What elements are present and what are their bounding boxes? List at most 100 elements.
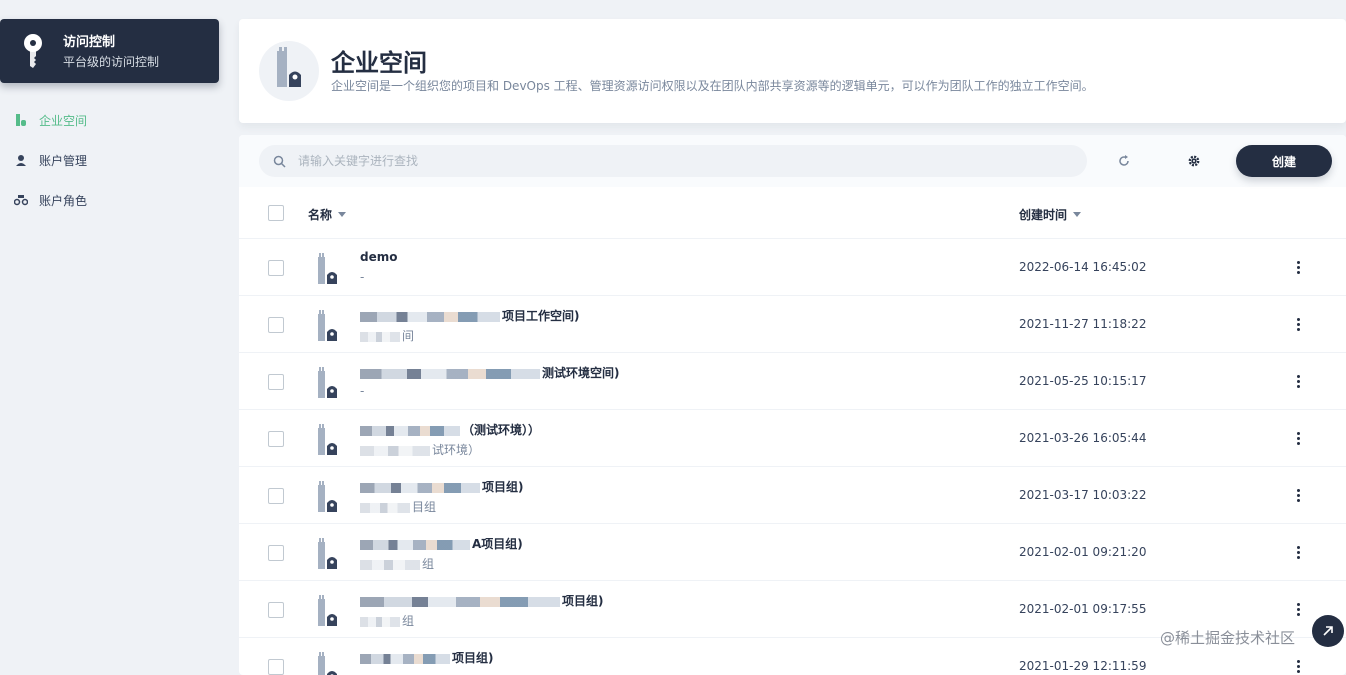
workspace-icon (318, 595, 337, 626)
banner-icon-wrap (259, 41, 319, 101)
more-actions-button[interactable] (1289, 599, 1307, 619)
more-icon (1296, 602, 1300, 606)
row-checkbox[interactable] (268, 260, 284, 276)
column-created-label: 创建时间 (1019, 208, 1068, 222)
arrow-icon (1323, 626, 1333, 636)
workspace-icon (13, 112, 29, 128)
created-time: 2021-03-26 16:05:44 (1019, 431, 1147, 445)
table-toolbar: 创建 (239, 135, 1346, 187)
table-row[interactable]: A项目组) 组 2021-02-01 09:21:20 (239, 524, 1346, 581)
workspace-description: 间 (360, 327, 414, 344)
redacted-text (360, 445, 430, 456)
sort-caret-icon (1073, 212, 1082, 217)
column-created-header[interactable]: 创建时间 (1019, 206, 1082, 223)
redacted-text (360, 596, 560, 607)
created-time: 2021-05-25 10:15:17 (1019, 374, 1147, 388)
more-actions-button[interactable] (1289, 485, 1307, 505)
sidebar-item-label: 企业空间 (39, 113, 88, 128)
workspace-icon (277, 47, 301, 87)
table-row[interactable]: demo - 2022-06-14 16:45:02 (239, 239, 1346, 296)
select-all-checkbox[interactable] (268, 205, 284, 221)
sidebar-item-workspaces[interactable]: 企业空间 (0, 100, 230, 140)
workspace-name[interactable]: A项目组) (360, 535, 523, 552)
created-time: 2021-11-27 11:18:22 (1019, 317, 1147, 331)
workspace-table-panel: 创建 名称 创建时间 demo - 2022-06-14 16:45:02 (239, 135, 1346, 675)
redacted-text (360, 311, 500, 322)
redacted-text (360, 616, 400, 627)
created-time: 2021-01-29 12:11:59 (1019, 659, 1147, 673)
gear-icon (1188, 155, 1200, 167)
more-icon (1296, 488, 1300, 492)
sidebar-item-label: 账户角色 (39, 193, 88, 208)
workspace-name[interactable]: demo (360, 250, 397, 264)
more-actions-button[interactable] (1289, 428, 1307, 448)
create-button[interactable]: 创建 (1236, 145, 1332, 177)
workspace-description: 组 (360, 555, 434, 572)
role-icon (13, 192, 29, 208)
row-checkbox[interactable] (268, 317, 284, 333)
table-row[interactable]: 项目工作空间) 间 2021-11-27 11:18:22 (239, 296, 1346, 353)
row-checkbox[interactable] (268, 545, 284, 561)
search-bar[interactable] (259, 145, 1087, 177)
workspace-name[interactable]: （测试环境）） (360, 421, 540, 438)
user-icon (13, 152, 29, 168)
workspace-icon (318, 367, 337, 398)
more-icon (1296, 431, 1300, 435)
workspace-description: 组 (360, 612, 414, 629)
created-time: 2022-06-14 16:45:02 (1019, 260, 1147, 274)
table-row[interactable]: 项目组) 目组 2021-03-17 10:03:22 (239, 467, 1346, 524)
row-checkbox[interactable] (268, 431, 284, 447)
table-header: 名称 创建时间 (239, 187, 1346, 239)
watermark: @稀土掘金技术社区 (1160, 629, 1296, 647)
sidebar-item-label: 账户管理 (39, 153, 88, 168)
workspace-description: - (360, 384, 365, 398)
search-input[interactable] (298, 154, 1058, 168)
table-row[interactable]: 测试环境空间) - 2021-05-25 10:15:17 (239, 353, 1346, 410)
workspace-icon (318, 538, 337, 569)
refresh-icon (1119, 155, 1129, 166)
sidebar-nav: 企业空间 账户管理 账户角色 (0, 100, 230, 220)
row-checkbox[interactable] (268, 659, 284, 675)
table-body: demo - 2022-06-14 16:45:02 项目工作空间) 间 202… (239, 239, 1346, 675)
redacted-text (360, 559, 420, 570)
refresh-button[interactable] (1114, 151, 1134, 171)
main-content: 企业空间 企业空间是一个组织您的项目和 DevOps 工程、管理资源访问权限以及… (239, 19, 1346, 675)
settings-button[interactable] (1184, 151, 1204, 171)
workspace-description: 目组 (360, 498, 436, 515)
row-checkbox[interactable] (268, 602, 284, 618)
sort-caret-icon (338, 212, 347, 217)
created-time: 2021-03-17 10:03:22 (1019, 488, 1147, 502)
column-name-header[interactable]: 名称 (308, 206, 347, 223)
workspace-name[interactable]: 项目组) (360, 592, 604, 609)
sidebar-subtitle: 平台级的访问控制 (63, 55, 160, 69)
key-icon (24, 34, 42, 68)
workspace-name[interactable]: 测试环境空间) (360, 364, 620, 381)
sidebar-item-roles[interactable]: 账户角色 (0, 180, 230, 220)
workspace-name[interactable]: 项目组) (360, 649, 494, 666)
workspace-name[interactable]: 项目组) (360, 478, 524, 495)
sidebar-item-accounts[interactable]: 账户管理 (0, 140, 230, 180)
more-icon (1296, 317, 1300, 321)
more-actions-button[interactable] (1289, 542, 1307, 562)
redacted-text (360, 653, 450, 664)
row-checkbox[interactable] (268, 488, 284, 504)
more-actions-button[interactable] (1289, 257, 1307, 277)
more-actions-button[interactable] (1289, 371, 1307, 391)
sidebar-header: 访问控制 平台级的访问控制 (0, 19, 219, 83)
page-description: 企业空间是一个组织您的项目和 DevOps 工程、管理资源访问权限以及在团队内部… (331, 79, 1094, 93)
workspace-name[interactable]: 项目工作空间) (360, 307, 580, 324)
more-icon (1296, 374, 1300, 378)
expand-button[interactable] (1312, 615, 1344, 647)
more-actions-button[interactable] (1289, 656, 1307, 675)
more-actions-button[interactable] (1289, 314, 1307, 334)
page-banner: 企业空间 企业空间是一个组织您的项目和 DevOps 工程、管理资源访问权限以及… (239, 19, 1346, 123)
redacted-text (360, 368, 540, 379)
created-time: 2021-02-01 09:17:55 (1019, 602, 1147, 616)
table-row[interactable]: （测试环境）） 试环境） 2021-03-26 16:05:44 (239, 410, 1346, 467)
workspace-icon (318, 424, 337, 455)
workspace-description: 试环境） (360, 441, 480, 458)
row-checkbox[interactable] (268, 374, 284, 390)
more-icon (1296, 260, 1300, 264)
workspace-icon (318, 253, 337, 284)
redacted-text (360, 425, 460, 436)
